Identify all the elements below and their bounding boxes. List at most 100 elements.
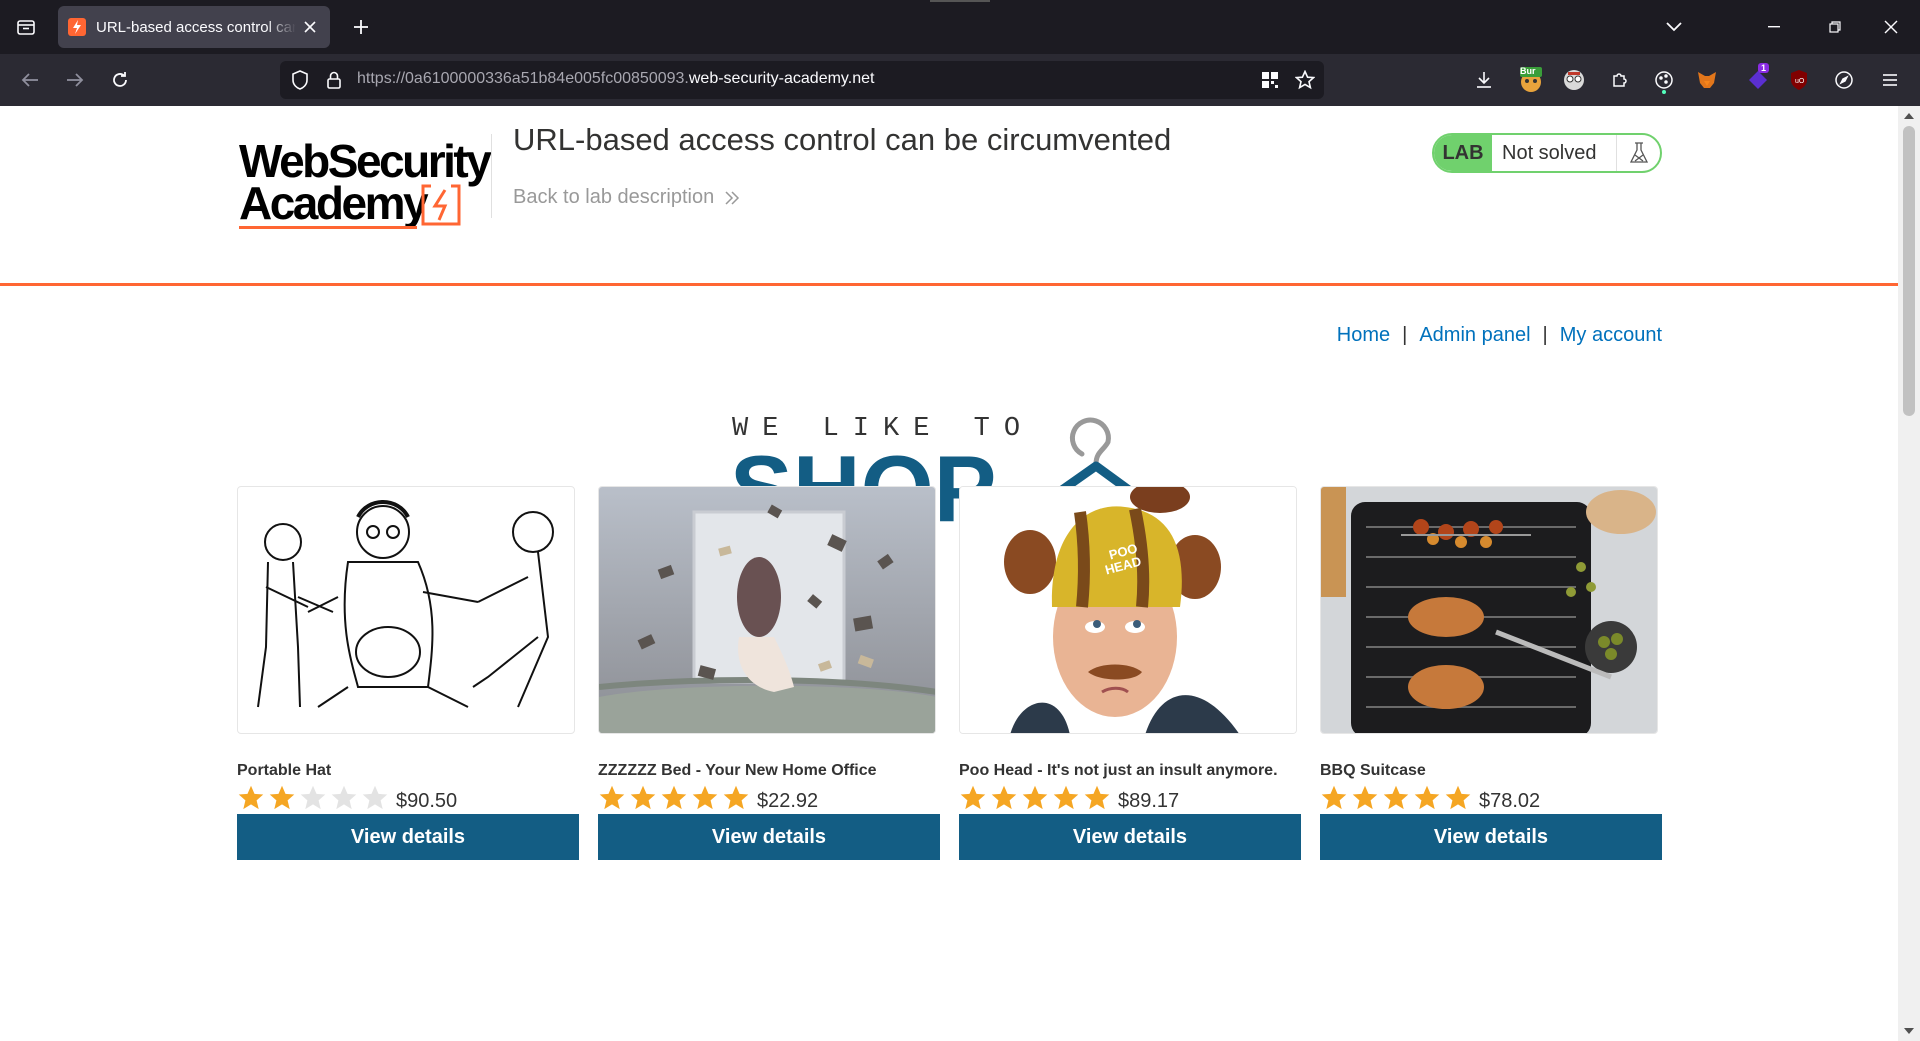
product-price: $22.92 xyxy=(757,790,819,812)
downloads-icon[interactable] xyxy=(1470,66,1498,94)
star-filled-icon xyxy=(960,785,986,809)
star-filled-icon xyxy=(692,785,718,809)
url-bar[interactable]: https://0a6100000336a51b84e005fc00850093… xyxy=(280,61,1324,99)
product-image-zzzzzz-bed xyxy=(598,486,936,734)
star-filled-icon xyxy=(1022,785,1048,809)
logo-bolt-icon xyxy=(421,184,461,226)
view-details-button[interactable]: View details xyxy=(598,814,940,860)
metamask-fox-icon[interactable] xyxy=(1693,66,1721,94)
product-price: $90.50 xyxy=(396,790,458,812)
logo-line-2: Academy xyxy=(239,177,429,229)
star-empty-icon xyxy=(331,785,357,809)
star-filled-icon xyxy=(630,785,656,809)
product-grid: Portable Hat $90.50 View details ZZZZZZ … xyxy=(237,486,1662,906)
double-chevron-right-icon xyxy=(725,190,740,205)
star-filled-icon xyxy=(1445,785,1471,809)
view-details-button[interactable]: View details xyxy=(237,814,579,860)
star-rating-stars xyxy=(598,784,753,812)
bookmark-star-icon[interactable] xyxy=(1293,68,1317,92)
cookie-extension-icon[interactable] xyxy=(1650,66,1678,94)
page-scrollbar[interactable] xyxy=(1898,106,1920,1041)
nav-separator: | xyxy=(1542,324,1548,346)
forward-arrow-icon[interactable] xyxy=(55,60,95,100)
back-to-lab-description-link[interactable]: Back to lab description xyxy=(513,186,740,209)
view-details-button[interactable]: View details xyxy=(959,814,1301,860)
star-empty-icon xyxy=(362,785,388,809)
star-filled-icon xyxy=(1352,785,1378,809)
compass-extension-icon[interactable] xyxy=(1830,66,1858,94)
product-name: Portable Hat xyxy=(237,762,332,779)
star-empty-icon xyxy=(300,785,326,809)
product-name: ZZZZZZ Bed - Your New Home Office xyxy=(598,762,877,779)
star-filled-icon xyxy=(599,785,625,809)
extensions-puzzle-icon[interactable] xyxy=(1606,66,1634,94)
close-tab-icon[interactable] xyxy=(300,17,320,37)
hamburger-menu-icon[interactable] xyxy=(1876,66,1904,94)
star-filled-icon xyxy=(723,785,749,809)
scroll-up-arrow-icon[interactable] xyxy=(1902,109,1916,123)
product-name: Poo Head - It's not just an insult anymo… xyxy=(959,762,1278,779)
product-price: $78.02 xyxy=(1479,790,1541,812)
view-details-button[interactable]: View details xyxy=(1320,814,1662,860)
burp-extension-label: Bur xyxy=(1520,66,1536,76)
web-page: WebSecurity Academy URL-based access con… xyxy=(0,106,1898,1041)
lab-badge: LAB xyxy=(1434,135,1492,171)
flask-icon xyxy=(1616,135,1660,171)
svg-text:uO: uO xyxy=(1795,78,1805,85)
star-filled-icon xyxy=(238,785,264,809)
tracking-protection-shield-icon[interactable] xyxy=(288,68,312,92)
qr-code-icon[interactable] xyxy=(1258,68,1282,92)
star-rating-stars xyxy=(1320,784,1475,812)
url-domain: web-security-academy.net xyxy=(688,70,875,87)
scrollbar-thumb[interactable] xyxy=(1903,126,1915,416)
home-link[interactable]: Home xyxy=(1337,324,1390,346)
cookie-active-dot xyxy=(1662,90,1666,94)
product-name: BBQ Suitcase xyxy=(1320,762,1426,779)
product-rating: $90.50 xyxy=(237,782,457,813)
notification-badge-extension-icon[interactable]: 1 xyxy=(1744,63,1772,94)
tab-list-icon[interactable] xyxy=(6,7,46,47)
logo-underline xyxy=(239,226,417,229)
navigation-toolbar: https://0a6100000336a51b84e005fc00850093… xyxy=(0,54,1920,106)
reload-icon[interactable] xyxy=(100,60,140,100)
star-filled-icon xyxy=(991,785,1017,809)
new-tab-icon[interactable] xyxy=(341,7,381,47)
product-rating: $78.02 xyxy=(1320,782,1540,813)
star-rating-stars xyxy=(959,784,1114,812)
nav-separator: | xyxy=(1402,324,1408,346)
my-account-link[interactable]: My account xyxy=(1560,324,1662,346)
star-filled-icon xyxy=(1383,785,1409,809)
tab-bar: URL-based access control can be circumve… xyxy=(0,0,1920,54)
scroll-down-arrow-icon[interactable] xyxy=(1902,1024,1916,1038)
star-filled-icon xyxy=(1053,785,1079,809)
star-filled-icon xyxy=(1414,785,1440,809)
lab-status-text: Not solved xyxy=(1502,141,1597,164)
ublock-origin-icon[interactable]: uO xyxy=(1785,66,1813,94)
list-all-tabs-chevron-down-icon[interactable] xyxy=(1654,7,1694,47)
top-navigation-links: Home | Admin panel | My account xyxy=(1337,324,1662,347)
product-image-poo-head: POO HEAD xyxy=(959,486,1297,734)
url-prefix: https://0a6100000336a51b84e005fc00850093… xyxy=(357,70,689,87)
lab-status-widget: LAB Not solved xyxy=(1432,133,1662,173)
privacy-extension-icon[interactable] xyxy=(1560,66,1588,94)
url-text[interactable]: https://0a6100000336a51b84e005fc00850093… xyxy=(357,70,874,88)
drag-indicator xyxy=(930,0,990,2)
lab-title: URL-based access control can be circumve… xyxy=(513,122,1172,157)
back-link-label: Back to lab description xyxy=(513,186,715,208)
minimize-window-icon[interactable] xyxy=(1754,7,1794,47)
product-image-portable-hat xyxy=(237,486,575,734)
web-security-academy-logo[interactable]: WebSecurity Academy xyxy=(237,130,492,230)
extension-badge-count: 1 xyxy=(1758,63,1770,73)
burp-extension-icon[interactable]: Bur xyxy=(1517,66,1545,94)
product-price: $89.17 xyxy=(1118,790,1180,812)
close-window-icon[interactable] xyxy=(1871,7,1911,47)
back-arrow-icon[interactable] xyxy=(10,60,50,100)
star-filled-icon xyxy=(1084,785,1110,809)
star-filled-icon xyxy=(661,785,687,809)
restore-window-icon[interactable] xyxy=(1815,7,1855,47)
star-filled-icon xyxy=(269,785,295,809)
lock-icon[interactable] xyxy=(322,68,346,92)
lab-header: WebSecurity Academy URL-based access con… xyxy=(0,106,1898,286)
active-tab[interactable]: URL-based access control can be circumve… xyxy=(58,6,330,48)
admin-panel-link[interactable]: Admin panel xyxy=(1419,324,1530,346)
